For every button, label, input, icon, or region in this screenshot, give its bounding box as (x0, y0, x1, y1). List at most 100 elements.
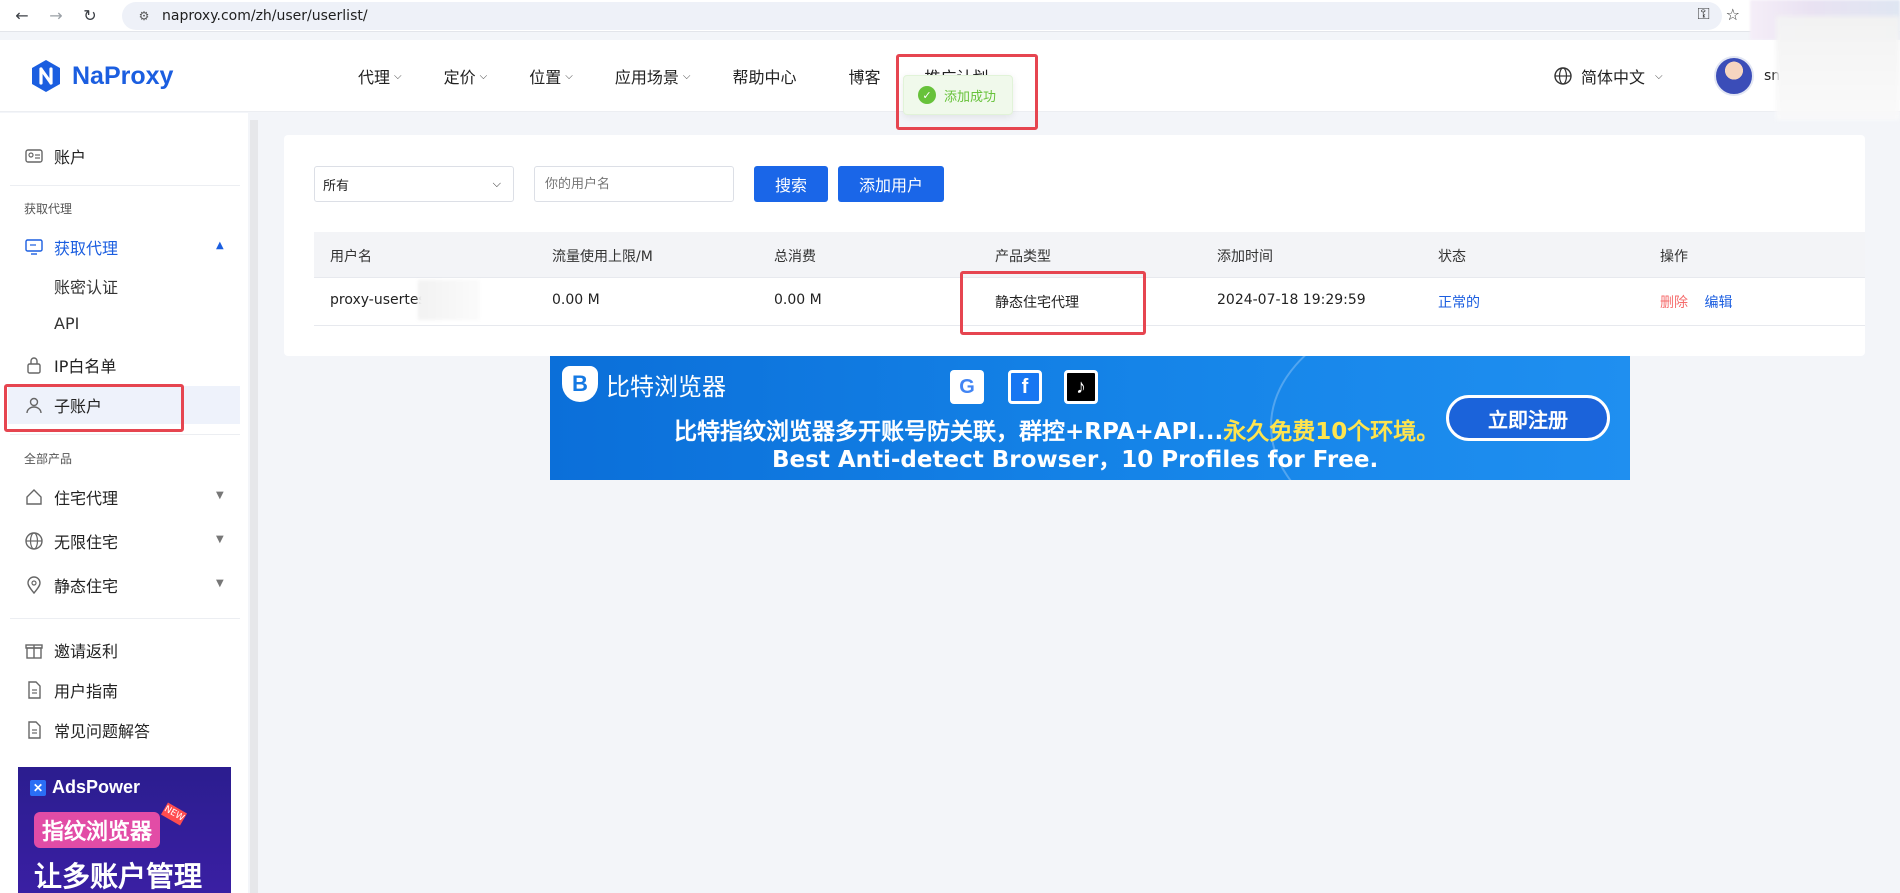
nav-label: 位置 (529, 68, 562, 87)
sidebar-subitem-auth[interactable]: 账密认证 (54, 274, 118, 298)
sidebar-item-get-proxy[interactable]: 获取代理 (24, 235, 118, 259)
col-total-spent: 总消费 (774, 249, 816, 265)
ad-pill: 指纹浏览器 (34, 812, 161, 848)
status-filter-select[interactable]: 所有 ⌵ (314, 166, 514, 202)
nav-locations[interactable]: 位置 ⌵ (529, 64, 573, 88)
key-icon[interactable]: ⚿ (1697, 4, 1709, 24)
col-username: 用户名 (330, 249, 372, 265)
tiktok-icon: ♪ (1064, 370, 1098, 404)
banner-brand-text: 比特浏览器 (606, 372, 726, 401)
sidebar-item-label: IP白名单 (54, 357, 117, 376)
username-blur (418, 280, 480, 320)
globe-icon (1554, 67, 1572, 85)
sidebar-item-faq[interactable]: 常见问题解答 (24, 718, 150, 742)
col-product-type: 产品类型 (995, 249, 1051, 265)
chevron-down-icon: ⌵ (492, 177, 501, 190)
ad-brand: ✕ AdsPower (30, 777, 140, 798)
naproxy-logo-icon (32, 60, 60, 92)
divider (10, 618, 240, 619)
gift-icon (25, 644, 43, 659)
back-arrow-icon[interactable]: ← (10, 4, 34, 28)
nav-help-center[interactable]: 帮助中心 (732, 64, 796, 88)
sidebar-item-label: 用户指南 (54, 682, 119, 701)
sidebar-item-label: 常见问题解答 (54, 722, 151, 741)
chevron-down-icon[interactable]: ▼ (216, 578, 224, 589)
language-label: 简体中文 (1581, 68, 1646, 87)
bitbrowser-banner[interactable]: B 比特浏览器 G f ♪ 比特指纹浏览器多开账号防关联，群控+RPA+API.… (550, 356, 1630, 480)
logo-text: NaProxy (72, 61, 174, 90)
chevron-down-icon: ⌵ (394, 70, 402, 82)
site-settings-icon[interactable]: ⚙ (136, 8, 152, 24)
facebook-icon: f (1008, 370, 1042, 404)
sidebar-item-label: 住宅代理 (54, 489, 119, 508)
cell-username: proxy-usertes (330, 292, 426, 308)
sidebar-item-invite[interactable]: 邀请返利 (24, 638, 118, 662)
bitbrowser-shield-icon: B (562, 366, 598, 402)
sidebar-item-static[interactable]: 静态住宅 (24, 573, 118, 597)
proxy-monitor-icon (25, 239, 43, 255)
banner-brand: B 比特浏览器 (562, 366, 726, 402)
nav-label: 定价 (443, 68, 476, 87)
sidebar-item-label: 静态住宅 (54, 577, 119, 596)
sidebar-item-label: 账户 (54, 148, 87, 167)
nav-proxy[interactable]: 代理 ⌵ (358, 64, 402, 88)
cell-added-time: 2024-07-18 19:29:59 (1217, 292, 1366, 308)
nav-pricing[interactable]: 定价 ⌵ (444, 64, 488, 88)
col-added-time: 添加时间 (1217, 249, 1273, 265)
divider (10, 185, 240, 186)
cell-status: 正常的 (1438, 295, 1480, 311)
chevron-down-icon: ⌵ (479, 70, 488, 82)
banner-headline-en: Best Anti-detect Browser，10 Profiles for… (772, 447, 1379, 473)
globe-icon (25, 532, 43, 550)
sidebar-item-ip-whitelist[interactable]: IP白名单 (24, 353, 116, 377)
nav-use-cases[interactable]: 应用场景 ⌵ (615, 64, 691, 88)
add-user-button[interactable]: 添加用户 (838, 166, 944, 202)
ad-new-badge: NEW (160, 802, 188, 826)
username-search-input[interactable] (534, 166, 734, 202)
chevron-down-icon[interactable]: ▼ (216, 490, 224, 501)
user-info-blur (1776, 16, 1900, 120)
bookmark-star-icon[interactable]: ☆ (1726, 5, 1740, 24)
sidebar-item-label: 无限住宅 (54, 533, 119, 552)
delete-link[interactable]: 删除 (1660, 295, 1688, 311)
section-title-get-proxy: 获取代理 (24, 202, 73, 216)
ad-brand-text: AdsPower (52, 777, 141, 797)
nav-label: 帮助中心 (732, 68, 797, 87)
chevron-down-icon: ⌵ (565, 70, 573, 82)
sidebar-item-residential[interactable]: 住宅代理 (24, 485, 118, 509)
language-selector[interactable]: 简体中文 ⌵ (1553, 64, 1663, 88)
search-button[interactable]: 搜索 (754, 166, 828, 202)
chevron-up-icon[interactable]: ▲ (216, 240, 224, 251)
logo[interactable]: NaProxy (28, 54, 173, 98)
sidebar-item-guide[interactable]: 用户指南 (24, 678, 118, 702)
avatar[interactable] (1714, 56, 1754, 96)
ad-headline: 让多账户管理 (34, 860, 203, 893)
sidebar-item-label: 邀请返利 (54, 642, 119, 661)
nav-blog[interactable]: 博客 (848, 64, 880, 88)
browser-toolbar: ← → ↻ ⚙ naproxy.com/zh/user/userlist/ ⚿ … (0, 0, 1900, 32)
document-icon (28, 721, 41, 739)
sidebar-item-account[interactable]: 账户 (24, 144, 86, 168)
nav-label: 代理 (358, 68, 391, 87)
select-value: 所有 (323, 178, 350, 194)
sidebar-subitem-api[interactable]: API (54, 314, 79, 333)
sidebar-item-unlimited[interactable]: 无限住宅 (24, 529, 118, 553)
annotation-box-sub-account (4, 384, 184, 432)
reload-icon[interactable]: ↻ (78, 4, 102, 28)
sidebar-scrollbar[interactable] (250, 120, 258, 893)
home-icon (26, 489, 42, 505)
forward-arrow-icon[interactable]: → (44, 4, 68, 28)
annotation-box-toast (896, 54, 1038, 130)
banner-register-button[interactable]: 立即注册 (1446, 395, 1610, 441)
edit-link[interactable]: 编辑 (1704, 295, 1732, 311)
chevron-down-icon: ⌵ (1655, 70, 1663, 82)
chevron-down-icon[interactable]: ▼ (216, 534, 224, 545)
address-bar[interactable]: ⚙ naproxy.com/zh/user/userlist/ (122, 2, 1722, 30)
annotation-box-product-type (960, 271, 1146, 335)
sidebar-ad-adspower[interactable]: ✕ AdsPower 指纹浏览器 NEW 让多账户管理 (18, 767, 231, 893)
divider (10, 434, 240, 435)
nav-label: 博客 (848, 68, 881, 87)
sidebar-item-label: 获取代理 (54, 239, 119, 258)
google-icon: G (950, 370, 984, 404)
chevron-down-icon: ⌵ (682, 70, 691, 82)
